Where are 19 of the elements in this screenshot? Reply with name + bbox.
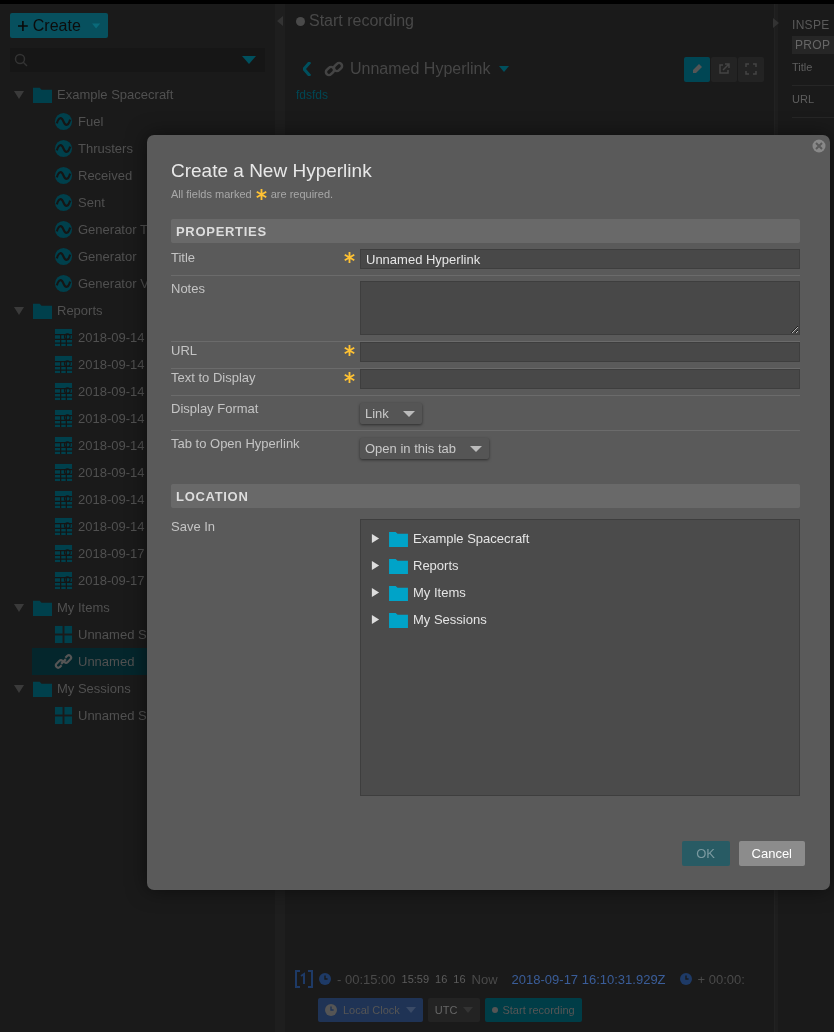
field-label: Text to Display [171,369,257,385]
required-note: are required. [270,188,334,200]
dialog-title: Create a New Hyperlink [171,160,373,182]
field-label: URL [171,342,198,358]
required-note: All fields marked [171,188,252,200]
field-label: Tab to Open Hyperlink [171,436,301,451]
timestamp: 2018-09-17 16:10:31.929Z [511,971,666,987]
property-label: URL [792,86,834,118]
axis-tick-label: 16 [435,973,448,985]
section-header: LOCATION [171,484,800,508]
axis-tick-label: 15:59 [401,973,430,985]
axis-tick-label: 16 [453,973,466,985]
field-label: Display Format [171,401,260,416]
section-header: PROPERTIES [171,219,800,243]
field-label: Title [171,249,197,265]
inspector-heading: INSPE [792,18,831,32]
field-label: Save In [171,519,217,534]
property-label: Title [792,54,834,86]
field-label: Notes [171,281,206,296]
